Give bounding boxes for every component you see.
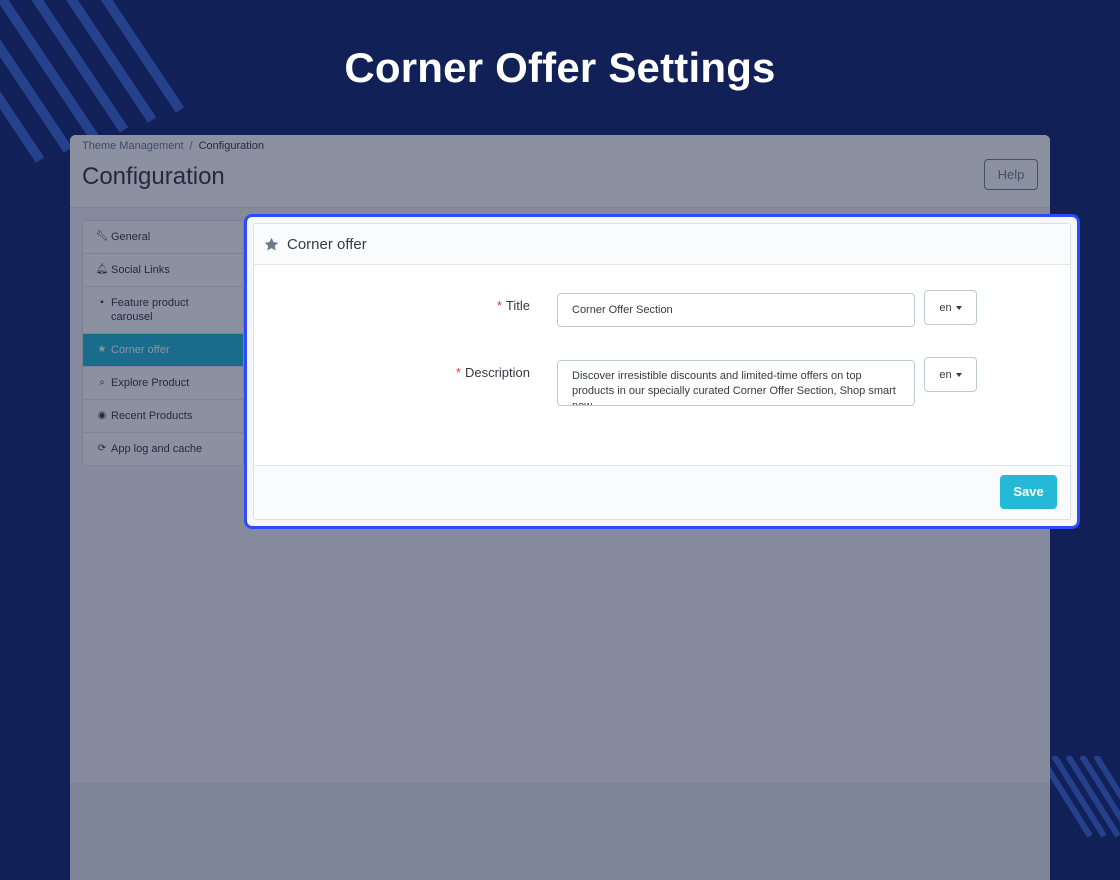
highlighted-panel: Corner offer * Title Corner Offer Section… — [244, 214, 1080, 529]
caret-down-icon — [955, 372, 962, 377]
required-mark: * — [496, 298, 502, 313]
title-label: * Title — [497, 298, 530, 313]
banner-heading: Corner Offer Settings — [344, 44, 776, 91]
description-language-dropdown[interactable]: en — [924, 357, 977, 392]
card-title: Corner offer — [287, 235, 367, 253]
card-footer: Save — [254, 465, 1070, 519]
save-button[interactable]: Save — [1000, 475, 1057, 509]
language-code: en — [939, 368, 952, 381]
title-language-dropdown[interactable]: en — [924, 290, 977, 325]
title-label-text: Title — [505, 298, 530, 313]
language-code: en — [939, 301, 952, 314]
description-label-text: Description — [464, 365, 530, 380]
required-mark: * — [455, 365, 461, 380]
description-label: * Description — [456, 365, 530, 380]
corner-offer-card: Corner offer * Title Corner Offer Section… — [253, 223, 1071, 520]
decorative-stripes-bottom-right — [1040, 756, 1120, 838]
star-icon — [264, 237, 279, 251]
title-input[interactable]: Corner Offer Section — [557, 293, 915, 327]
description-textarea[interactable]: Discover irresistible discounts and limi… — [557, 360, 915, 406]
card-header: Corner offer — [254, 224, 1070, 265]
caret-down-icon — [955, 305, 962, 310]
